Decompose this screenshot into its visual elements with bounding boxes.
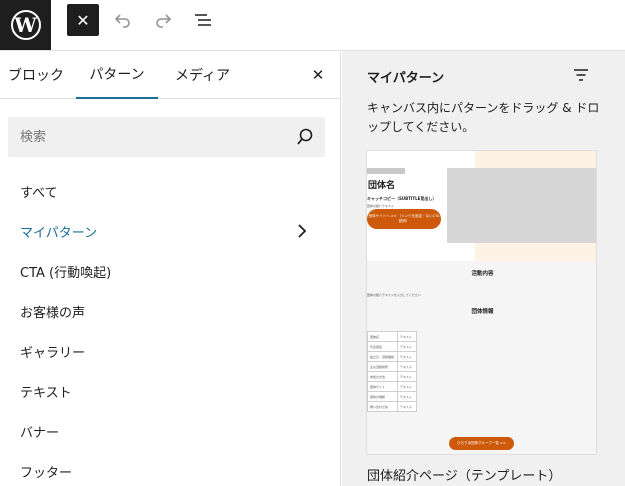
table-row: 代表者名 テキスト [367, 341, 417, 352]
preview-subtext: 団体の紹介テキスト [367, 204, 394, 208]
pattern-caption: 団体紹介ページ（テンプレート） [367, 469, 562, 484]
category-label: バナー [20, 425, 60, 441]
search-field [8, 117, 325, 157]
table-cell: 団体名 [367, 331, 398, 342]
table-cell: テキスト [397, 341, 417, 352]
category-item-cta[interactable]: CTA (行動喚起) [0, 251, 340, 291]
category-label: お客様の声 [20, 305, 86, 321]
category-item-banner[interactable]: バナー [0, 411, 340, 451]
table-row: 問い合わせ先 テキスト [367, 401, 417, 412]
table-cell: テキスト [397, 331, 417, 342]
table-cell: テキスト [397, 361, 417, 372]
preview-logo-bar [367, 168, 405, 174]
close-icon: ✕ [76, 10, 90, 30]
wordpress-logo-button[interactable]: W [0, 0, 51, 50]
panel-title: マイパターン [367, 71, 445, 86]
search-input[interactable] [8, 117, 325, 157]
preview-hero-section: 団体名 キャッチコピー（SUBTITLE見出し） 団体の紹介テキスト 団体サイト… [367, 151, 596, 261]
wordpress-logo-icon: W [10, 10, 41, 40]
preview-body-section: 活動内容 団体の紹介テキストを入力してください 団体情報 団体名 テキスト 代表者… [367, 261, 596, 454]
table-cell: 団体サイト [367, 381, 398, 392]
category-label: マイパターン [20, 225, 98, 241]
panel-description: キャンバス内にパターンをドラッグ & ドロップしてください。 [367, 101, 600, 134]
table-cell: 団体の規模 [367, 391, 398, 402]
category-label: すべて [20, 185, 58, 201]
preview-image-placeholder [447, 168, 596, 243]
patterns-explorer-panel: マイパターン キャンバス内にパターンをドラッグ & ドロップしてください。 団体… [342, 50, 625, 486]
preview-heading-activities: 活動内容 [471, 271, 494, 277]
table-row: 団体名 テキスト [367, 331, 417, 342]
redo-button[interactable] [147, 4, 179, 36]
table-cell: テキスト [397, 381, 417, 392]
list-view-icon [195, 14, 211, 26]
category-label: CTA (行動喚起) [20, 265, 112, 281]
close-panel-button[interactable]: ✕ [308, 65, 328, 85]
category-label: テキスト [20, 385, 72, 401]
table-cell: 問い合わせ先 [367, 401, 398, 412]
table-cell: 代表者名 [367, 341, 398, 352]
search-icon[interactable] [295, 127, 315, 147]
preview-title: 団体名 [368, 181, 396, 191]
pattern-category-list: すべて マイパターン CTA (行動喚起) お客様の声 ギャラリー テキスト バ… [0, 171, 340, 486]
table-cell: 参加の方法 [367, 371, 398, 382]
pattern-preview-card[interactable]: 団体名 キャッチコピー（SUBTITLE見出し） 団体の紹介テキスト 団体サイト… [366, 150, 597, 455]
inserter-tabs: ブロック パターン メディア ✕ [0, 51, 340, 99]
undo-icon [114, 14, 130, 28]
tab-media[interactable]: メディア [175, 51, 230, 99]
category-item-testimonials[interactable]: お客様の声 [0, 291, 340, 331]
chevron-right-icon [298, 224, 307, 238]
redo-icon [156, 14, 172, 28]
table-cell: 設立日・活動開始 [367, 351, 398, 362]
preview-catchcopy: キャッチコピー（SUBTITLE見出し） [367, 196, 437, 201]
close-inserter-button[interactable]: ✕ [67, 4, 99, 36]
table-row: 団体の規模 テキスト [367, 391, 417, 402]
filter-icon[interactable] [573, 67, 589, 83]
close-icon: ✕ [311, 66, 325, 84]
document-overview-button[interactable] [187, 4, 219, 36]
block-inserter-panel: ブロック パターン メディア ✕ すべて マイパターン CTA (行動喚起) お… [0, 50, 341, 486]
table-row: 参加の方法 テキスト [367, 371, 417, 382]
table-cell: テキスト [397, 351, 417, 362]
preview-info-table: 団体名 テキスト 代表者名 テキスト 設立日・活動開始 テキスト 主な活動場所 テキスト… [367, 331, 417, 412]
table-cell: テキスト [397, 401, 417, 412]
table-cell: テキスト [397, 371, 417, 382]
preview-group-list-button: ひろりあ団体グループ一覧 >> [449, 437, 514, 450]
editor-toolbar: W ✕ [0, 0, 625, 50]
category-label: フッター [20, 465, 73, 481]
category-label: ギャラリー [20, 345, 86, 361]
tab-patterns[interactable]: パターン [76, 51, 158, 99]
category-item-text[interactable]: テキスト [0, 371, 340, 411]
preview-heading-info: 団体情報 [471, 309, 494, 315]
table-row: 団体サイト テキスト [367, 381, 417, 392]
category-item-my-patterns[interactable]: マイパターン [0, 211, 340, 251]
table-row: 設立日・活動開始 テキスト [367, 351, 417, 362]
category-item-footer[interactable]: フッター [0, 451, 340, 486]
table-cell: テキスト [397, 391, 417, 402]
table-cell: 主な活動場所 [367, 361, 398, 372]
category-item-gallery[interactable]: ギャラリー [0, 331, 340, 371]
undo-button[interactable] [107, 4, 139, 36]
preview-cta-button: 団体サイトへ >> （リンクを設定・ないCTA説明） [367, 209, 441, 229]
table-row: 主な活動場所 テキスト [367, 361, 417, 372]
preview-small-text: 団体の紹介テキストを入力してください [367, 293, 421, 297]
tab-blocks[interactable]: ブロック [8, 51, 64, 99]
category-item-all[interactable]: すべて [0, 171, 340, 211]
